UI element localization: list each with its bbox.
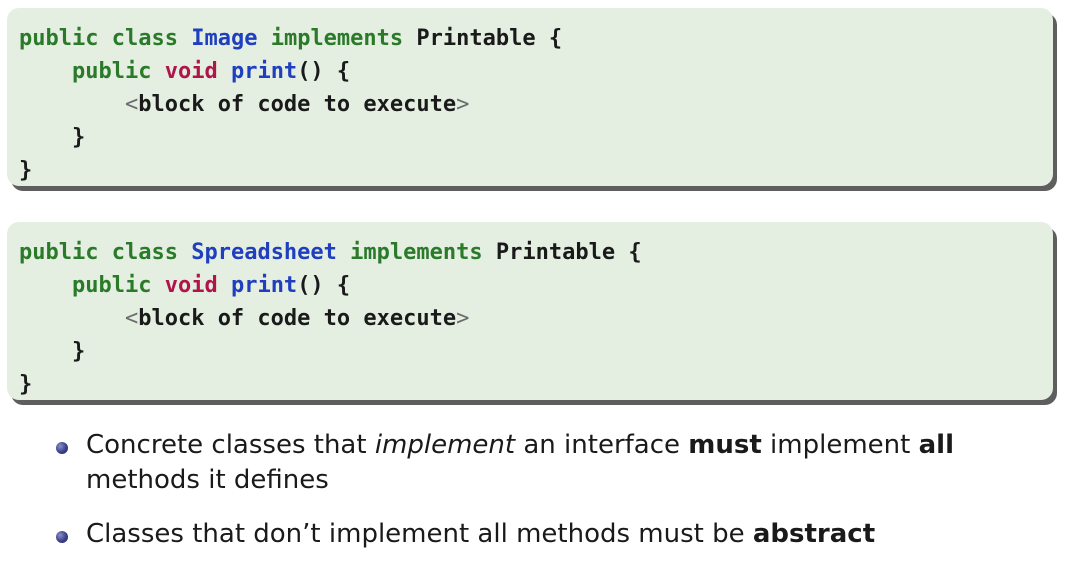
keyword: implements (270, 26, 404, 51)
keyword: class (111, 26, 178, 51)
angle-bracket: < (124, 306, 139, 331)
brace: { (615, 240, 642, 265)
interface-name: Printable (495, 240, 616, 265)
method-signature-tail: () { (297, 59, 351, 84)
code-line: public class Spreadsheet implements Prin… (19, 236, 1053, 269)
angle-bracket: > (456, 92, 470, 117)
bold-text: all (918, 430, 954, 460)
class-name: Image (191, 26, 258, 51)
code-placeholder: block of code to execute (138, 306, 457, 331)
interface-name: Printable (416, 26, 536, 51)
bullet-text: implement (761, 430, 919, 460)
code-line: public void print() { (19, 269, 1053, 302)
code-line: } (19, 368, 1053, 401)
keyword: public (71, 59, 152, 84)
class-name: Spreadsheet (191, 240, 337, 265)
brace: } (71, 339, 86, 364)
bullet-icon (56, 442, 68, 454)
list-item: Classes that don’t implement all methods… (0, 517, 1068, 552)
code-placeholder: block of code to execute (138, 92, 457, 117)
bullet-list: Concrete classes that implement an inter… (0, 428, 1068, 552)
bullet-text: Concrete classes that (86, 430, 375, 460)
bullet-text: an interface (515, 430, 689, 460)
method-signature-tail: () { (297, 273, 351, 298)
code-block-spreadsheet: public class Spreadsheet implements Prin… (7, 222, 1053, 400)
brace: { (535, 26, 563, 51)
method-name: print (230, 273, 298, 298)
brace: } (19, 372, 33, 397)
list-item: Concrete classes that implement an inter… (0, 428, 1068, 498)
method-name: print (230, 59, 298, 84)
angle-bracket: > (456, 306, 470, 331)
bold-text: must (688, 430, 762, 460)
code-line: public void print() { (19, 55, 1053, 88)
angle-bracket: < (124, 92, 139, 117)
code-line: } (19, 335, 1053, 368)
brace: } (71, 125, 86, 150)
keyword: public (19, 240, 99, 265)
bullet-text: Classes that don’t implement all methods… (86, 519, 753, 549)
bullet-icon (56, 531, 68, 543)
code-line: } (19, 154, 1053, 187)
return-type: void (164, 273, 218, 298)
code-line: } (19, 121, 1053, 154)
return-type: void (164, 59, 218, 84)
brace: } (19, 158, 33, 183)
emphasis-text: implement (374, 430, 516, 460)
keyword: public (71, 273, 152, 298)
code-block-image: public class Image implements Printable … (7, 8, 1053, 186)
bullet-text: methods it defines (86, 465, 329, 495)
code-line: public class Image implements Printable … (19, 22, 1053, 55)
code-line: <block of code to execute> (19, 302, 1053, 335)
code-line: <block of code to execute> (19, 88, 1053, 121)
keyword: public (19, 26, 99, 51)
keyword: class (111, 240, 178, 265)
bold-text: abstract (752, 519, 876, 549)
keyword: implements (350, 240, 483, 265)
